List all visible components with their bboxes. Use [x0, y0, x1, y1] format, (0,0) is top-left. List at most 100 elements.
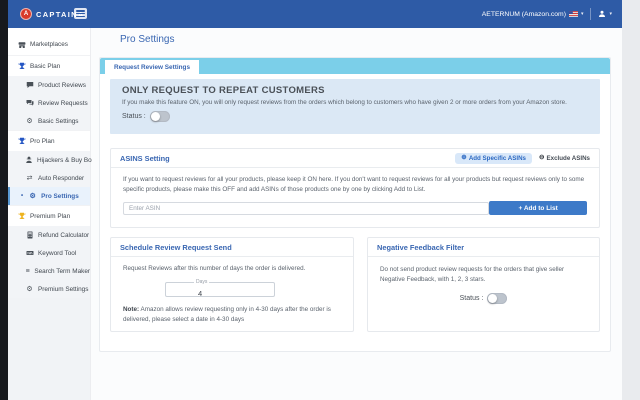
repeat-customers-toggle[interactable]	[150, 111, 170, 122]
trophy-icon	[17, 212, 26, 220]
repeat-customers-description: If you make this feature ON, you will on…	[122, 99, 588, 106]
sidebar: Marketplaces Basic Plan Product Reviews …	[8, 28, 91, 400]
days-input[interactable]	[166, 287, 274, 300]
negative-panel-title: Negative Feedback Filter	[377, 243, 464, 252]
topbar-right: AETERNUM (Amazon.com) ▾ ▾	[482, 0, 612, 28]
sidebar-item-refund-calculator[interactable]: Refund Calculator	[8, 226, 90, 244]
trophy-icon	[17, 62, 26, 70]
comments-icon	[25, 99, 34, 107]
store-icon	[17, 41, 26, 49]
comment-icon	[25, 81, 34, 89]
sidebar-item-pro-settings[interactable]: • ⚙ Pro Settings	[8, 187, 90, 205]
sidebar-item-label: Keyword Tool	[38, 250, 76, 257]
desktop-edge-right	[622, 0, 640, 400]
logo-letter: A	[24, 11, 28, 17]
toggle-knob	[488, 294, 497, 303]
screen: A CAPTAINA AETERNUM (Amazon.com) ▾	[0, 0, 640, 400]
calculator-icon	[25, 231, 34, 239]
schedule-panel-title: Schedule Review Request Send	[120, 243, 232, 252]
repeat-customers-panel: ONLY REQUEST TO REPEAT CUSTOMERS If you …	[110, 79, 600, 134]
gear-icon: ⚙	[25, 118, 34, 125]
sidebar-item-label: Pro Plan	[30, 138, 55, 145]
schedule-panel-header: Schedule Review Request Send	[111, 238, 353, 257]
schedule-panel-body: Request Reviews after this number of day…	[111, 257, 353, 325]
sidebar-item-premium-settings[interactable]: ⚙ Premium Settings	[8, 280, 90, 298]
status-label: Status :	[122, 113, 146, 120]
sidebar-item-label: Pro Settings	[41, 193, 79, 200]
add-specific-asins-label: Add Specific ASINs	[469, 155, 526, 162]
note-text: Amazon allows review requesting only in …	[123, 306, 331, 323]
sidebar-item-review-requests[interactable]: Review Requests	[8, 94, 90, 112]
sidebar-item-pro-plan[interactable]: Pro Plan	[8, 130, 90, 151]
asin-input-row: + Add to List	[123, 201, 587, 215]
bottom-panels-row: Schedule Review Request Send Request Rev…	[110, 237, 600, 332]
keyboard-icon	[25, 249, 34, 257]
exchange-icon: ⇄	[25, 175, 34, 182]
status-label: Status :	[460, 295, 484, 302]
sidebar-item-label: Basic Plan	[30, 63, 60, 70]
app-window: A CAPTAINA AETERNUM (Amazon.com) ▾	[8, 0, 622, 400]
exclude-asins-button[interactable]: ⊖ Exclude ASINs	[539, 155, 590, 162]
topbar: A CAPTAINA AETERNUM (Amazon.com) ▾	[8, 0, 622, 28]
topbar-divider	[590, 8, 591, 20]
account-selector[interactable]: AETERNUM (Amazon.com) ▾	[482, 11, 584, 18]
asins-panel-body: If you want to request reviews for all y…	[111, 168, 599, 227]
sidebar-item-label: Refund Calculator	[38, 232, 89, 239]
trophy-icon	[17, 137, 26, 145]
negative-panel-header: Negative Feedback Filter	[368, 238, 599, 257]
negative-status-row: Status :	[380, 293, 587, 304]
sidebar-item-auto-responder[interactable]: ⇄ Auto Responder	[8, 169, 90, 187]
tab-bar: Request Review Settings	[100, 58, 610, 74]
menu-toggle-icon[interactable]	[74, 8, 87, 19]
asins-setting-panel: ASINS Setting ⊕ Add Specific ASINs ⊖ Exc…	[110, 148, 600, 228]
note-label: Note:	[123, 306, 139, 313]
asins-header-actions: ⊕ Add Specific ASINs ⊖ Exclude ASINs	[455, 153, 590, 164]
add-to-list-button[interactable]: + Add to List	[489, 201, 587, 215]
asin-input[interactable]	[123, 202, 489, 215]
us-flag-icon	[569, 11, 578, 17]
account-label: AETERNUM (Amazon.com)	[482, 11, 566, 18]
sidebar-item-label: Search Term Maker	[34, 268, 90, 275]
negative-feedback-toggle[interactable]	[487, 293, 507, 304]
repeat-customers-title: ONLY REQUEST TO REPEAT CUSTOMERS	[122, 85, 588, 96]
exclude-asins-label: Exclude ASINs	[547, 155, 590, 162]
sidebar-item-product-reviews[interactable]: Product Reviews	[8, 76, 90, 94]
add-specific-asins-button[interactable]: ⊕ Add Specific ASINs	[455, 153, 532, 164]
schedule-review-panel: Schedule Review Request Send Request Rev…	[110, 237, 354, 332]
user-menu[interactable]: ▾	[598, 10, 612, 18]
sidebar-item-keyword-tool[interactable]: Keyword Tool	[8, 244, 90, 262]
settings-container: Request Review Settings ONLY REQUEST TO …	[99, 57, 611, 352]
sidebar-item-label: Product Reviews	[38, 82, 86, 89]
main-content: Pro Settings Request Review Settings ONL…	[92, 28, 622, 400]
sidebar-filler	[8, 298, 90, 400]
user-secret-icon	[25, 156, 33, 164]
schedule-note: Note: Amazon allows review requesting on…	[123, 305, 341, 325]
sidebar-item-label: Auto Responder	[38, 175, 84, 182]
days-field: Days	[165, 282, 275, 297]
active-bullet: •	[21, 193, 23, 199]
sidebar-item-marketplaces[interactable]: Marketplaces	[8, 34, 90, 55]
sidebar-item-label: Review Requests	[38, 100, 88, 107]
minus-circle-icon: ⊖	[539, 155, 545, 162]
asins-description: If you want to request reviews for all y…	[123, 175, 587, 195]
desktop-edge-left	[0, 0, 8, 400]
asins-panel-header: ASINS Setting ⊕ Add Specific ASINs ⊖ Exc…	[111, 149, 599, 168]
sidebar-item-hijackers-buy-box[interactable]: Hijackers & Buy Box	[8, 151, 90, 169]
sidebar-item-label: Hijackers & Buy Box	[37, 157, 95, 164]
plus-circle-icon: ⊕	[461, 155, 467, 162]
sidebar-item-label: Premium Plan	[30, 213, 70, 220]
sidebar-item-basic-plan[interactable]: Basic Plan	[8, 55, 90, 76]
sidebar-item-basic-settings[interactable]: ⚙ Basic Settings	[8, 112, 90, 130]
gear-icon: ⚙	[25, 286, 34, 293]
tab-request-review-settings[interactable]: Request Review Settings	[105, 60, 199, 74]
sidebar-item-label: Marketplaces	[30, 41, 68, 48]
chevron-down-icon: ▾	[609, 12, 612, 17]
gear-icon: ⚙	[28, 193, 37, 200]
chevron-down-icon: ▾	[581, 12, 584, 17]
list-icon: ≡	[25, 268, 30, 275]
page-title: Pro Settings	[120, 34, 174, 45]
sidebar-item-premium-plan[interactable]: Premium Plan	[8, 205, 90, 226]
days-field-label: Days	[194, 279, 209, 285]
asins-panel-title: ASINS Setting	[120, 154, 170, 163]
sidebar-item-search-term-maker[interactable]: ≡ Search Term Maker	[8, 262, 90, 280]
